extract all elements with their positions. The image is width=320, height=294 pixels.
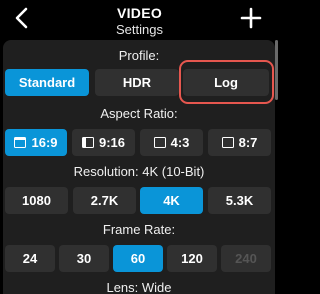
resolution-2-7k-label: 2.7K [90, 193, 119, 208]
profile-standard-button[interactable]: Standard [5, 69, 89, 96]
aspect-16-9-button[interactable]: 16:9 [5, 129, 67, 156]
square-frame-icon [153, 137, 166, 148]
aspect-8-7-button[interactable]: 8:7 [208, 129, 271, 156]
aspect-8-7-label: 8:7 [238, 135, 258, 150]
aspect-4-3-button[interactable]: 4:3 [140, 129, 203, 156]
frame-rate-120-button[interactable]: 120 [167, 245, 217, 272]
frame-rate-24-label: 24 [22, 251, 38, 266]
resolution-5-3k-button[interactable]: 5.3K [208, 187, 271, 214]
frame-rate-30-button[interactable]: 30 [59, 245, 109, 272]
profile-hdr-button[interactable]: HDR [95, 69, 179, 96]
frame-rate-120-label: 120 [181, 251, 203, 266]
profile-hdr-label: HDR [122, 75, 152, 90]
page-title: VIDEO [116, 5, 163, 21]
square-frame-icon [221, 137, 234, 148]
page-subtitle: Settings [116, 22, 163, 37]
aspect-16-9-label: 16:9 [31, 135, 58, 150]
resolution-1080-label: 1080 [22, 193, 51, 208]
resolution-5-3k-label: 5.3K [225, 193, 254, 208]
aspect-4-3-label: 4:3 [170, 135, 190, 150]
profile-standard-label: Standard [18, 75, 76, 90]
resolution-4k-button[interactable]: 4K [140, 187, 203, 214]
resolution-label: Resolution: 4K (10-Bit) [73, 164, 205, 179]
plus-icon[interactable] [239, 6, 263, 30]
landscape-frame-icon [14, 137, 27, 148]
frame-rate-24-button[interactable]: 24 [5, 245, 55, 272]
frame-rate-240-label: 240 [235, 251, 257, 266]
resolution-4k-label: 4K [163, 193, 180, 208]
aspect-9-16-button[interactable]: 9:16 [72, 129, 135, 156]
header-bar: VIDEO Settings [0, 0, 279, 40]
frame-rate-label: Frame Rate: [102, 222, 176, 237]
frame-rate-30-label: 30 [76, 251, 92, 266]
frame-rate-60-label: 60 [130, 251, 146, 266]
frame-rate-60-button[interactable]: 60 [113, 245, 163, 272]
aspect-9-16-label: 9:16 [98, 135, 126, 150]
log-highlight-box [179, 60, 274, 104]
scrollbar[interactable] [275, 40, 278, 100]
frame-rate-240-button: 240 [221, 245, 271, 272]
resolution-1080-button[interactable]: 1080 [5, 187, 68, 214]
portrait-frame-icon [81, 137, 94, 148]
aspect-ratio-label: Aspect Ratio: [100, 106, 178, 121]
lens-label: Lens: Wide [106, 280, 172, 294]
resolution-2-7k-button[interactable]: 2.7K [73, 187, 136, 214]
